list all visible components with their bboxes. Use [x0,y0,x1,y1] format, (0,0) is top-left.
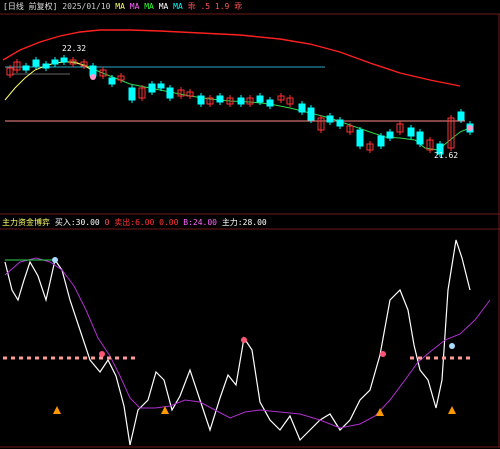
sub-item-3-value: 6.00 [135,218,155,227]
ma-long-line [2,29,461,87]
candle-body [298,103,306,113]
sub-item-6-label: 主力: [221,218,243,227]
candle-body [356,129,364,147]
signal-dot-icon [449,343,455,349]
low-price-label: 21.62 [434,151,459,160]
main-extra: 乖 .5 1.9 乖 [187,2,243,11]
candle-body [108,77,116,85]
warning-triangle-icon [376,408,384,416]
sub-header: 主力资金博弈 买入:30.00 0 卖出:6.00 0.00 B:24.00 主… [2,218,267,228]
candle-body [128,87,136,101]
warning-triangle-icon [448,406,456,414]
sub-item-1-value: 30.00 [75,218,100,227]
candle-body [266,99,274,107]
main-header: [日线 前复权] 2025/01/10 MA MA MA MA MA 乖 .5 … [3,2,242,12]
ma-label-4: MA [158,2,169,11]
candle-body [197,95,205,105]
sub-item-3: 卖出:6.00 [114,218,154,227]
sub-item-6-value: 28.00 [242,218,267,227]
candle-body [256,95,264,103]
candle-body [416,131,424,145]
buy-signal-icon [380,351,386,357]
high-price-label: 22.32 [62,44,87,53]
warning-triangle-icon [53,406,61,414]
candle-body [51,59,59,65]
sell-marker-icon [467,125,473,131]
sub-item-1-label: 买入: [54,218,76,227]
buy-signal-icon [241,337,247,343]
candle-body [377,135,385,147]
main-power-line [4,239,471,446]
ma-fast-line [4,61,96,101]
candle-body [407,127,415,137]
candle-body [386,131,394,139]
main-date: 2025/01/10 [62,2,111,11]
sub-item-3-label: 卖出: [114,218,136,227]
candle-body [326,115,334,123]
main-title: [日线 前复权] [3,2,58,11]
ma-label-5: MA [173,2,183,11]
buy-marker-icon [90,74,96,80]
candle-body [157,83,165,89]
ma-label-1: MA [115,2,125,11]
candle-body [60,57,68,63]
candle-body [148,83,156,93]
candle-body [216,95,224,103]
sub-item-5-value: 24.00 [192,218,217,227]
candle-body [166,87,174,99]
candle-body [42,63,50,69]
sub-item-4-value: 0.00 [159,218,179,227]
sub-indicator-name: 主力资金博弈 [2,218,50,227]
candle-body [307,107,315,121]
buy-signal-icon [99,351,105,357]
ma-label-2: MA [129,2,140,11]
candle-body [32,59,40,67]
candle-body [237,97,245,105]
sub-item-2-label: 0 [104,218,110,227]
candle-body [336,119,344,127]
sub-item-5: B:24.00 [183,218,217,227]
candle-body [457,111,465,121]
candle-body [22,65,30,71]
sub-item-5-label: B: [183,218,193,227]
stock-chart-window[interactable]: [日线 前复权] 2025/01/10 MA MA MA MA MA 乖 .5 … [0,0,500,449]
signal-dot-icon [52,257,58,263]
sub-item-6: 主力:28.00 [222,218,267,227]
sub-item-2: 0 [105,218,110,227]
sub-item-1: 买入:30.00 [55,218,100,227]
sub-item-4: 0.00 [159,218,178,227]
ma-label-3: MA [144,2,154,11]
